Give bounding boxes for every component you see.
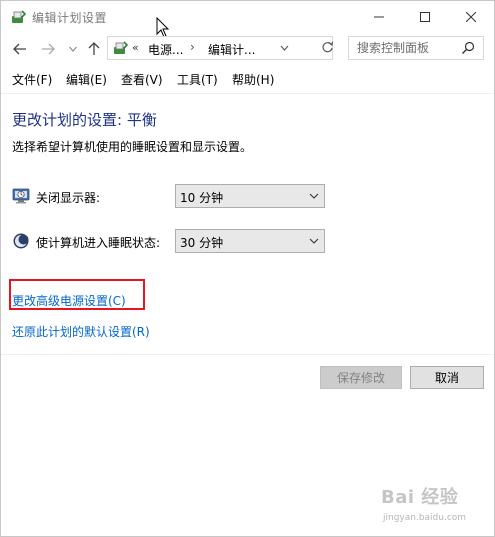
sleep-value: 30 分钟	[180, 236, 224, 250]
breadcrumb-edit-plan[interactable]: 编辑计...	[208, 41, 255, 58]
power-options-icon	[12, 10, 26, 23]
menu-help[interactable]: 帮助(H)	[232, 71, 274, 88]
address-dropdown-chevron-icon[interactable]	[280, 40, 289, 56]
breadcrumb-power-options[interactable]: 电源...	[148, 41, 183, 58]
page-title: 更改计划的设置: 平衡	[12, 111, 157, 129]
minimize-button[interactable]	[356, 1, 402, 32]
cancel-button[interactable]: 取消	[410, 366, 484, 389]
menu-view[interactable]: 查看(V)	[121, 71, 163, 88]
address-overflow-chevron[interactable]: «	[132, 41, 139, 54]
refresh-button[interactable]	[317, 35, 337, 59]
baidu-jingyan-watermark: Bai 经验 jingyan.baidu.com	[381, 483, 491, 533]
menu-file[interactable]: 文件(F)	[12, 71, 52, 88]
moon-sleep-icon	[13, 233, 29, 249]
chevron-down-icon	[69, 46, 77, 52]
maximize-button[interactable]	[402, 1, 448, 32]
restore-default-settings-link[interactable]: 还原此计划的默认设置(R)	[12, 323, 150, 340]
watermark-url: jingyan.baidu.com	[383, 513, 467, 523]
turn-off-display-value: 10 分钟	[180, 191, 224, 205]
sleep-label: 使计算机进入睡眠状态:	[36, 236, 161, 250]
search-icon[interactable]	[461, 41, 475, 55]
maximize-icon	[420, 11, 430, 22]
search-input[interactable]	[357, 40, 457, 56]
turn-off-display-label: 关闭显示器:	[36, 191, 101, 205]
power-options-icon	[114, 41, 128, 54]
display-icon	[12, 188, 30, 204]
refresh-icon	[321, 41, 333, 52]
edit-plan-settings-window: 编辑计划设置 « 电源... › 编辑计... 搜索控制面板 文件(F) 编辑(…	[0, 0, 495, 537]
forward-button[interactable]	[38, 35, 58, 63]
arrow-up-icon	[88, 42, 100, 55]
menu-bar: 文件(F) 编辑(E) 查看(V) 工具(T) 帮助(H)	[1, 69, 494, 89]
up-button[interactable]	[84, 35, 104, 63]
menu-divider	[1, 93, 494, 94]
chevron-down-icon	[309, 238, 319, 244]
close-button[interactable]	[448, 1, 494, 32]
menu-tools[interactable]: 工具(T)	[177, 71, 218, 88]
arrow-left-icon	[13, 43, 26, 55]
button-divider	[1, 354, 494, 355]
sleep-select[interactable]: 30 分钟	[175, 229, 325, 253]
window-title: 编辑计划设置	[32, 11, 108, 25]
recent-locations-button[interactable]	[63, 35, 83, 63]
close-icon	[466, 11, 476, 22]
menu-edit[interactable]: 编辑(E)	[66, 71, 107, 88]
save-changes-button[interactable]: 保存修改	[320, 366, 402, 389]
watermark-logo: Bai 经验	[381, 487, 459, 508]
minimize-icon	[374, 16, 384, 17]
arrow-right-icon	[42, 43, 55, 55]
back-button[interactable]	[10, 35, 30, 63]
page-subtitle: 选择希望计算机使用的睡眠设置和显示设置。	[12, 140, 253, 154]
address-bar[interactable]: « 电源... › 编辑计...	[107, 36, 333, 60]
search-box[interactable]	[348, 36, 484, 60]
turn-off-display-select[interactable]: 10 分钟	[175, 184, 325, 208]
breadcrumb-separator[interactable]: ›	[190, 40, 195, 54]
change-advanced-power-settings-link[interactable]: 更改高级电源设置(C)	[12, 292, 126, 309]
chevron-down-icon	[309, 193, 319, 199]
title-bar: 编辑计划设置	[1, 1, 494, 32]
